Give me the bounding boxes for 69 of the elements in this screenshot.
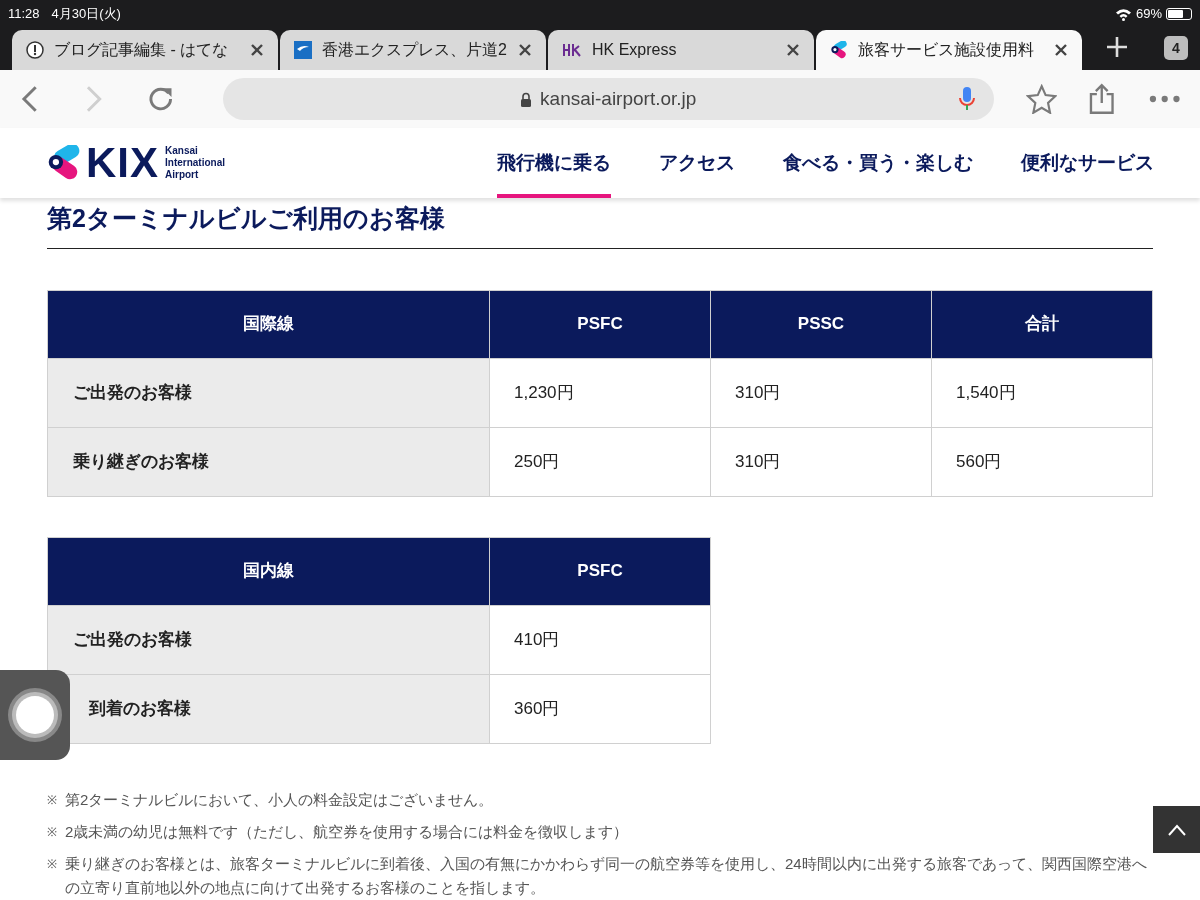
column-header: PSSC (710, 290, 932, 358)
table-cell: 1,230円 (489, 358, 711, 427)
column-header: 国内線 (47, 537, 490, 605)
column-header: PSFC (489, 290, 711, 358)
close-icon[interactable] (786, 43, 800, 57)
row-header: 乗り継ぎのお客様 (47, 427, 490, 496)
table-cell: 250円 (489, 427, 711, 496)
table-cell: 410円 (489, 605, 711, 674)
favicon-icon (562, 42, 582, 58)
note-text: 2歳未満の幼児は無料です（ただし、航空券を使用する場合には料金を徴収します） (65, 821, 630, 842)
tab-count[interactable]: 4 (1164, 36, 1188, 60)
new-tab-icon[interactable] (1106, 36, 1128, 58)
nav-link[interactable]: 食べる・買う・楽しむ (783, 128, 973, 198)
logo-text: KIX (86, 142, 159, 184)
back-to-top-button[interactable] (1153, 806, 1200, 853)
note-text: 乗り継ぎのお客様とは、旅客ターミナルビルに到着後、入国の有無にかかわらず同一の航空券等を使用し、24時間以内に出発する旅客であって、関西国際空港への立寄り直前地以外の地点に向けて出発するお客様のことを指します。 (65, 853, 1148, 898)
bookmark-star-icon[interactable] (1025, 84, 1058, 114)
share-icon[interactable] (1089, 83, 1115, 115)
back-icon[interactable] (20, 85, 40, 113)
logo-subtitle: Kansai (165, 145, 199, 157)
note-text: 第2ターミナルビルにおいて、小人の料金設定はございません。 (65, 789, 495, 810)
favicon-icon (294, 41, 312, 59)
nav-link[interactable]: 便利なサービス (1021, 128, 1154, 198)
nav-link[interactable]: 飛行機に乗る (497, 128, 611, 198)
logo-icon (46, 145, 82, 181)
column-header: 国際線 (47, 290, 490, 358)
table-cell: 1,540円 (931, 358, 1153, 427)
battery-percent: 69% (1135, 5, 1162, 24)
nav-link[interactable]: アクセス (659, 128, 735, 198)
url-text: kansai-airport.or.jp (540, 86, 697, 111)
section-heading: 第2ターミナルビルご利用のお客様 (47, 203, 446, 234)
close-icon[interactable] (250, 43, 264, 57)
chevron-up-icon (1167, 823, 1186, 836)
address-bar[interactable]: kansai-airport.or.jp (222, 78, 994, 120)
browser-tab[interactable]: HK Express (548, 30, 814, 70)
status-date: 4月30日(火) (51, 5, 121, 24)
table-cell: 360円 (489, 674, 711, 743)
row-header: ご出発のお客様 (47, 605, 490, 674)
note-mark: ※ (47, 855, 58, 873)
tab-title: 旅客サービス施設使用料 (858, 40, 1035, 60)
table-cell: 310円 (710, 358, 932, 427)
more-icon[interactable] (1148, 95, 1180, 103)
note-mark: ※ (47, 823, 58, 841)
tab-title: HK Express (592, 40, 678, 60)
row-header: ご出発のお客様 (47, 358, 490, 427)
logo-subtitle: International (165, 157, 226, 169)
wifi-icon (1114, 7, 1132, 21)
table-cell: 310円 (710, 427, 932, 496)
reload-icon[interactable] (147, 85, 175, 113)
close-icon[interactable] (1054, 43, 1068, 57)
column-header: 合計 (931, 290, 1153, 358)
battery-icon (1166, 8, 1192, 20)
lock-icon (520, 91, 533, 107)
tab-title: ブログ記事編集 - はてな (54, 40, 230, 60)
status-time: 11:28 (8, 5, 40, 24)
logo-subtitle: Airport (165, 169, 200, 181)
note-mark: ※ (47, 791, 58, 809)
browser-tab[interactable]: ブログ記事編集 - はてな (12, 30, 278, 70)
favicon-icon (26, 41, 44, 59)
browser-tab[interactable]: 旅客サービス施設使用料 (816, 30, 1082, 70)
table-cell: 560円 (931, 427, 1153, 496)
column-header: PSFC (489, 537, 711, 605)
logo-icon (830, 41, 848, 59)
tab-title: 香港エクスプレス、片道2 (322, 40, 508, 60)
microphone-icon[interactable] (957, 86, 976, 112)
home-icon (7, 687, 63, 743)
assistive-touch-button[interactable] (0, 670, 70, 760)
close-icon[interactable] (518, 43, 532, 57)
browser-tab[interactable]: 香港エクスプレス、片道2 (280, 30, 546, 70)
